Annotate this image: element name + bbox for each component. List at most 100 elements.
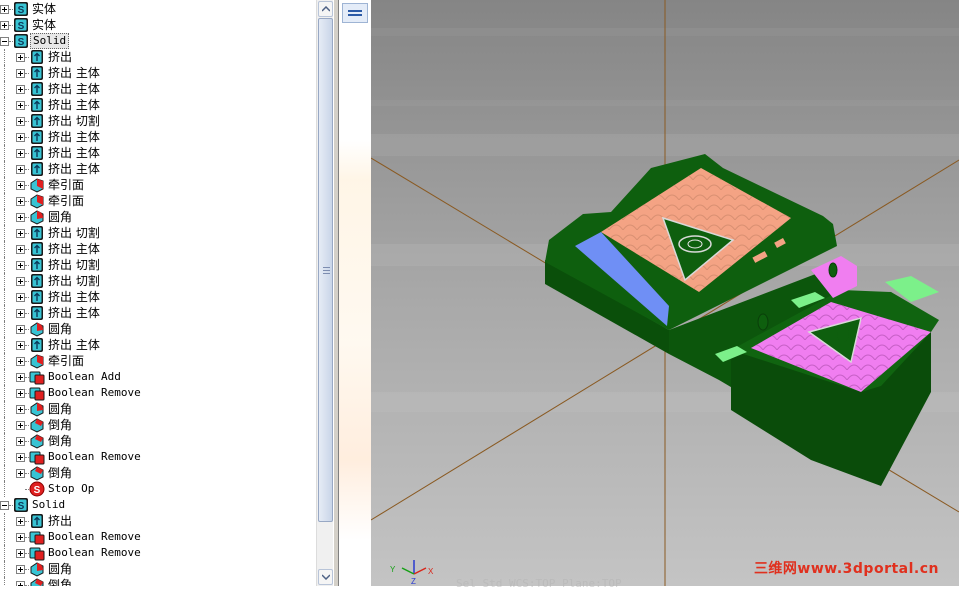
tree-item[interactable]: 挤出 主体 bbox=[0, 97, 316, 113]
tree-item[interactable]: 挤出 切割 bbox=[0, 273, 316, 289]
expand-icon[interactable] bbox=[16, 309, 25, 318]
expand-icon[interactable] bbox=[16, 437, 25, 446]
tree-item[interactable]: S 实体 bbox=[0, 17, 316, 33]
expand-icon[interactable] bbox=[16, 517, 25, 526]
tree-item-label: 挤出 切割 bbox=[48, 114, 100, 128]
boolean-icon bbox=[29, 529, 45, 545]
svg-text:S: S bbox=[18, 37, 25, 48]
tree-item[interactable]: S Solid bbox=[0, 33, 316, 49]
tree-item[interactable]: 圆角 bbox=[0, 561, 316, 577]
expand-icon[interactable] bbox=[16, 293, 25, 302]
tree-item[interactable]: S Stop Op bbox=[0, 481, 316, 497]
expand-icon[interactable] bbox=[16, 69, 25, 78]
expand-icon[interactable] bbox=[16, 213, 25, 222]
tree-item[interactable]: Boolean Remove bbox=[0, 529, 316, 545]
expand-icon[interactable] bbox=[16, 421, 25, 430]
expand-icon[interactable] bbox=[16, 149, 25, 158]
tree-line bbox=[4, 369, 5, 385]
tree-item[interactable]: 圆角 bbox=[0, 321, 316, 337]
collapse-icon[interactable] bbox=[0, 501, 9, 510]
expand-icon[interactable] bbox=[16, 581, 25, 586]
expand-icon[interactable] bbox=[16, 261, 25, 270]
tree-scrollbar[interactable] bbox=[316, 0, 334, 586]
expand-icon[interactable] bbox=[16, 533, 25, 542]
expand-icon[interactable] bbox=[16, 133, 25, 142]
tree-item[interactable]: Boolean Add bbox=[0, 369, 316, 385]
tree-item-label: 圆角 bbox=[48, 210, 73, 224]
tree-item[interactable]: S 实体 bbox=[0, 1, 316, 17]
chamfer-icon bbox=[29, 577, 45, 586]
expand-icon[interactable] bbox=[16, 245, 25, 254]
tree-item[interactable]: 挤出 主体 bbox=[0, 289, 316, 305]
expand-icon[interactable] bbox=[16, 181, 25, 190]
tree-item[interactable]: 挤出 主体 bbox=[0, 161, 316, 177]
tree-item-label: 牵引面 bbox=[48, 354, 85, 368]
tree-item[interactable]: 挤出 主体 bbox=[0, 65, 316, 81]
tree-item[interactable]: 牵引面 bbox=[0, 193, 316, 209]
tree-item[interactable]: 挤出 切割 bbox=[0, 113, 316, 129]
expand-icon[interactable] bbox=[16, 85, 25, 94]
expand-icon[interactable] bbox=[16, 341, 25, 350]
expand-icon[interactable] bbox=[16, 357, 25, 366]
expand-icon[interactable] bbox=[0, 5, 9, 14]
tree-item-label: 挤出 主体 bbox=[48, 162, 100, 176]
tree-line bbox=[4, 289, 5, 305]
expand-icon[interactable] bbox=[16, 165, 25, 174]
scroll-up-button[interactable] bbox=[318, 1, 333, 17]
extrude-icon bbox=[29, 113, 45, 129]
expand-icon[interactable] bbox=[16, 549, 25, 558]
tree-item[interactable]: 倒角 bbox=[0, 433, 316, 449]
tree-item[interactable]: 圆角 bbox=[0, 209, 316, 225]
expand-icon[interactable] bbox=[16, 405, 25, 414]
expand-icon[interactable] bbox=[16, 373, 25, 382]
tree-item-label: 倒角 bbox=[48, 434, 73, 448]
tree-item[interactable]: 挤出 主体 bbox=[0, 305, 316, 321]
tree-item[interactable]: 倒角 bbox=[0, 417, 316, 433]
tree-line bbox=[4, 465, 5, 481]
menu-button[interactable] bbox=[342, 3, 368, 23]
tree-line bbox=[4, 577, 5, 586]
pin-a bbox=[757, 313, 769, 331]
strip-background bbox=[339, 140, 371, 540]
tree-item-label: 挤出 主体 bbox=[48, 130, 100, 144]
expand-icon[interactable] bbox=[16, 469, 25, 478]
expand-icon[interactable] bbox=[16, 117, 25, 126]
watermark-text: 三维网www.3dportal.cn bbox=[753, 561, 939, 577]
expand-icon[interactable] bbox=[16, 277, 25, 286]
expand-icon[interactable] bbox=[16, 53, 25, 62]
scroll-thumb[interactable] bbox=[318, 18, 333, 522]
tree-item[interactable]: 挤出 主体 bbox=[0, 337, 316, 353]
expand-icon[interactable] bbox=[16, 101, 25, 110]
tree-item[interactable]: 挤出 bbox=[0, 49, 316, 65]
collapse-icon[interactable] bbox=[0, 37, 9, 46]
tree-item[interactable]: 倒角 bbox=[0, 465, 316, 481]
expand-icon[interactable] bbox=[16, 565, 25, 574]
expand-icon[interactable] bbox=[0, 21, 9, 30]
tree-line bbox=[4, 449, 5, 465]
tree-item[interactable]: 牵引面 bbox=[0, 177, 316, 193]
tree-item[interactable]: Boolean Remove bbox=[0, 545, 316, 561]
model-canvas[interactable] bbox=[371, 0, 959, 586]
tree-item[interactable]: 挤出 主体 bbox=[0, 129, 316, 145]
expand-icon[interactable] bbox=[16, 389, 25, 398]
tree-item[interactable]: 圆角 bbox=[0, 401, 316, 417]
expand-icon[interactable] bbox=[16, 197, 25, 206]
expand-icon[interactable] bbox=[16, 453, 25, 462]
tree-item[interactable]: 挤出 主体 bbox=[0, 241, 316, 257]
tree-item[interactable]: 倒角 bbox=[0, 577, 316, 586]
tree-item[interactable]: 挤出 主体 bbox=[0, 81, 316, 97]
tree-item[interactable]: Boolean Remove bbox=[0, 449, 316, 465]
tree-item[interactable]: 挤出 切割 bbox=[0, 257, 316, 273]
tree-item[interactable]: 挤出 bbox=[0, 513, 316, 529]
tree-item[interactable]: 挤出 切割 bbox=[0, 225, 316, 241]
3d-viewport[interactable] bbox=[371, 0, 959, 586]
tree-item[interactable]: Boolean Remove bbox=[0, 385, 316, 401]
expand-icon[interactable] bbox=[16, 325, 25, 334]
tree-item[interactable]: S Solid bbox=[0, 497, 316, 513]
tree-item[interactable]: 挤出 主体 bbox=[0, 145, 316, 161]
tree-item[interactable]: 牵引面 bbox=[0, 353, 316, 369]
scroll-down-button[interactable] bbox=[318, 569, 333, 585]
expand-icon[interactable] bbox=[16, 229, 25, 238]
tree-line bbox=[4, 209, 5, 225]
tree-item-label: 圆角 bbox=[48, 322, 73, 336]
